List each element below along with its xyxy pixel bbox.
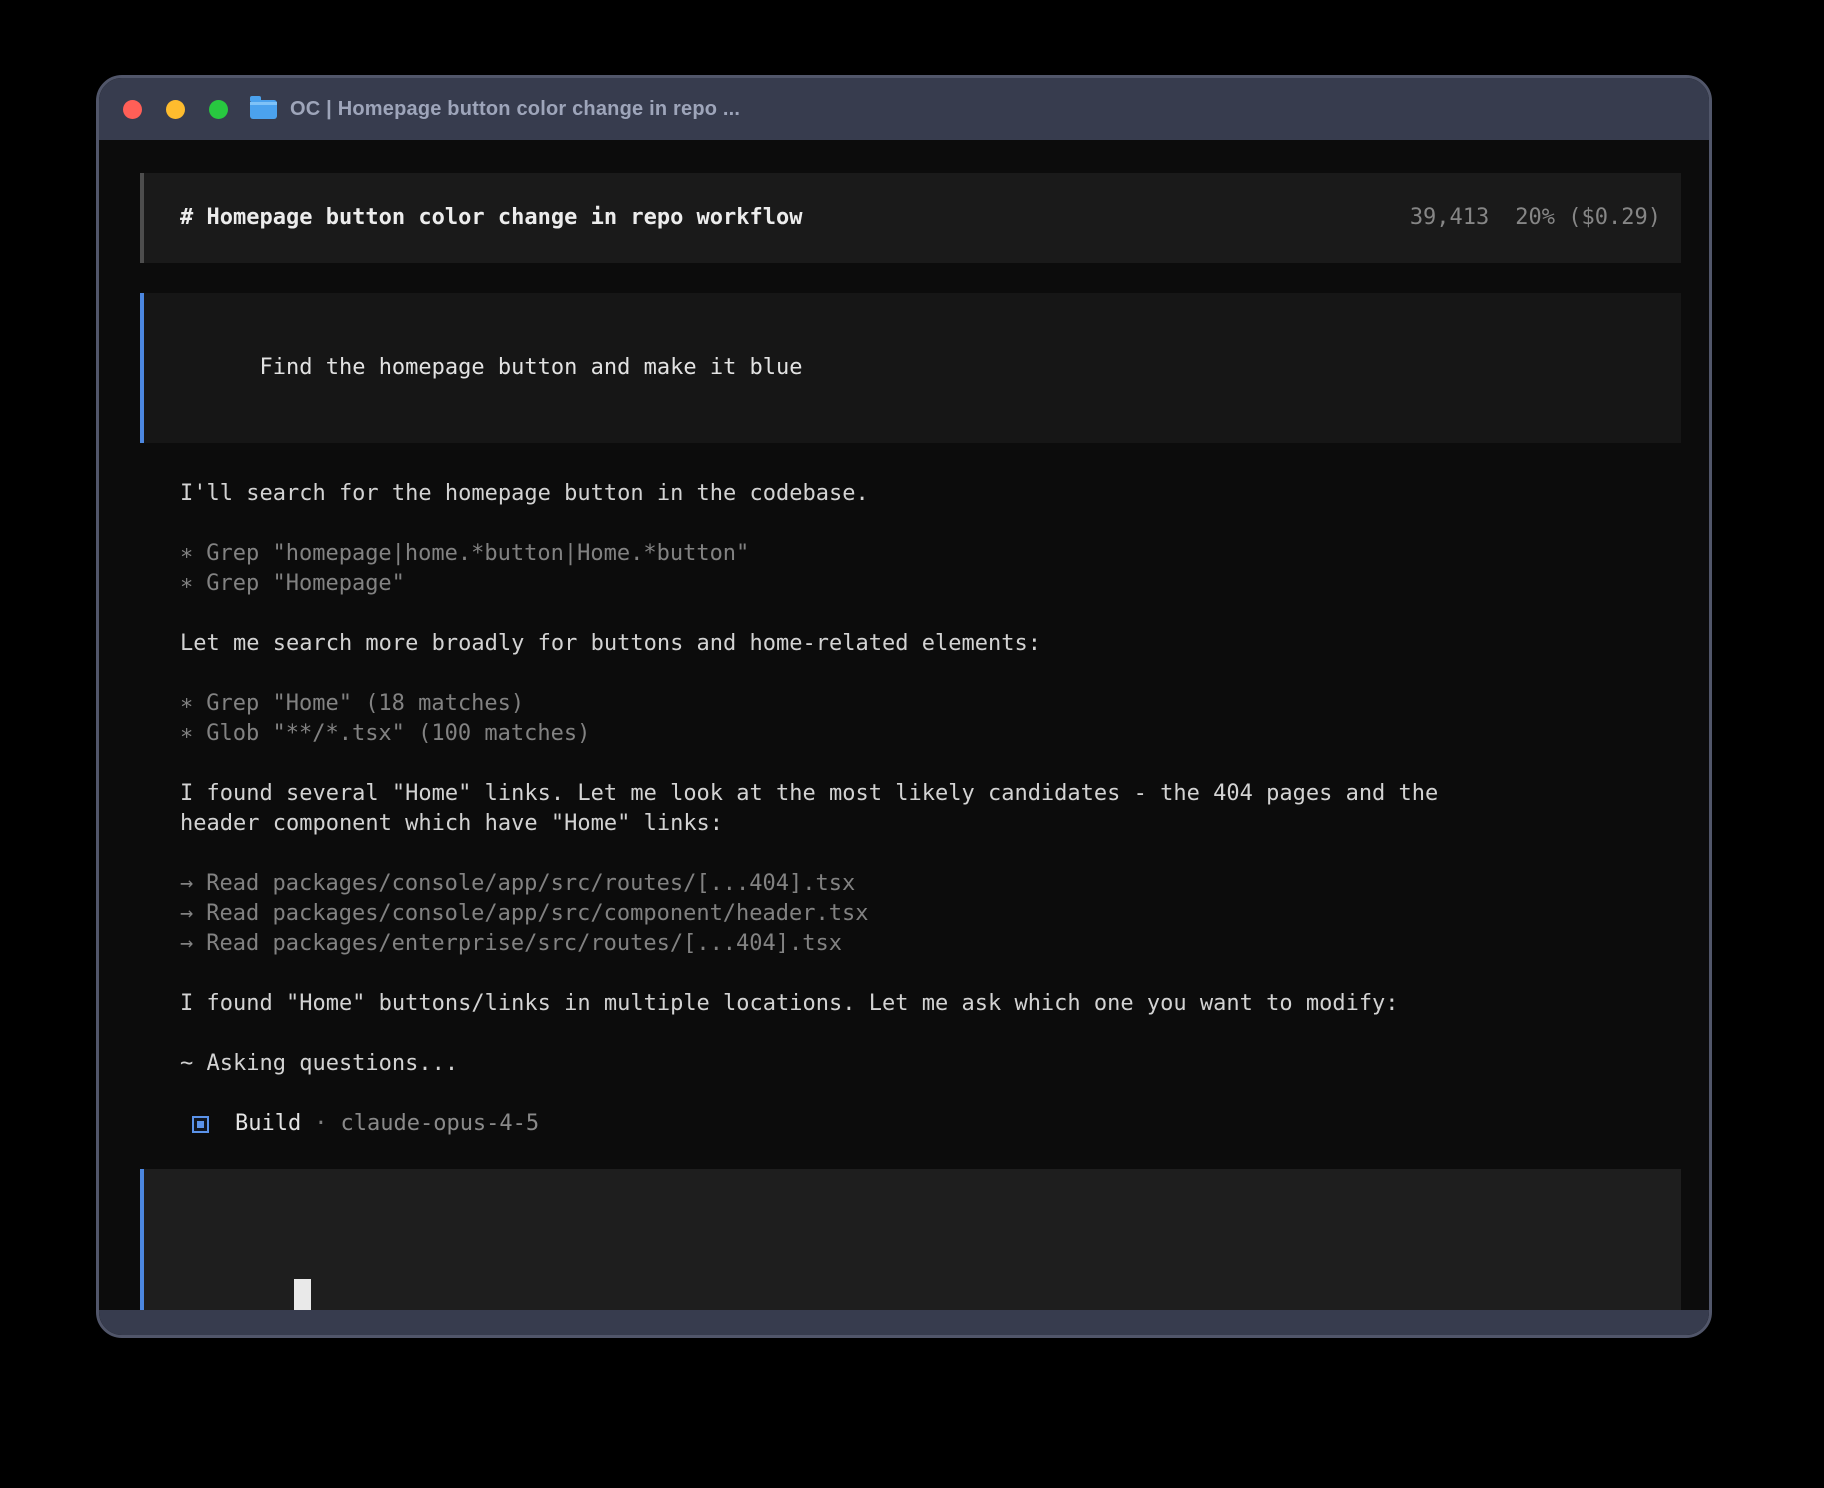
tool-bullet-icon: ∗ bbox=[180, 541, 193, 566]
traffic-lights bbox=[123, 100, 228, 119]
tool-call-line: ∗ Grep "Homepage" bbox=[180, 569, 1681, 599]
agent-status-line: Build · claude-opus-4-5 bbox=[192, 1109, 1681, 1139]
minimize-button[interactable] bbox=[166, 100, 185, 119]
tool-bullet-icon: ∗ bbox=[180, 691, 193, 716]
blank-line bbox=[180, 749, 1681, 779]
tool-call-text: Read packages/console/app/src/routes/[..… bbox=[206, 871, 855, 896]
tool-call-line: ∗ Grep "Home" (18 matches) bbox=[180, 689, 1681, 719]
terminal-window: OC | Homepage button color change in rep… bbox=[96, 75, 1712, 1338]
blank-line bbox=[180, 959, 1681, 989]
assistant-text-line: I'll search for the homepage button in t… bbox=[180, 479, 1681, 509]
tool-call-text: Grep "Home" (18 matches) bbox=[206, 691, 524, 716]
tool-call-text: Read packages/console/app/src/component/… bbox=[206, 901, 868, 926]
tool-call-line: ∗ Grep "homepage|home.*button|Home.*butto… bbox=[180, 539, 1681, 569]
blank-line bbox=[180, 599, 1681, 629]
assistant-text-line: I found several "Home" links. Let me loo… bbox=[180, 779, 1681, 809]
tool-call-line: → Read packages/console/app/src/component… bbox=[180, 899, 1681, 929]
context-cost: 20% ($0.29) bbox=[1515, 203, 1661, 233]
read-arrow-icon: → bbox=[180, 931, 193, 956]
assistant-text-line: ~ Asking questions... bbox=[180, 1049, 1681, 1079]
close-button[interactable] bbox=[123, 100, 142, 119]
user-message-text: Find the homepage button and make it blu… bbox=[259, 355, 802, 380]
prompt-input-line[interactable] bbox=[188, 1249, 1661, 1281]
blank-line bbox=[180, 1019, 1681, 1049]
blank-line bbox=[180, 839, 1681, 869]
session-title: # Homepage button color change in repo w… bbox=[180, 203, 803, 233]
tool-call-text: Read packages/enterprise/src/routes/[...… bbox=[206, 931, 842, 956]
folder-icon bbox=[250, 100, 277, 119]
session-stats: 39,413 20% ($0.29) bbox=[1410, 203, 1661, 233]
blank-line bbox=[180, 659, 1681, 689]
tool-call-text: Glob "**/*.tsx" (100 matches) bbox=[206, 721, 590, 746]
assistant-text-line: header component which have "Home" links… bbox=[180, 809, 1681, 839]
user-message-block: Find the homepage button and make it blu… bbox=[140, 293, 1681, 443]
tool-call-text: Grep "homepage|home.*button|Home.*button… bbox=[206, 541, 749, 566]
terminal-content: # Homepage button color change in repo w… bbox=[99, 140, 1709, 1338]
agent-model: claude-opus-4-5 bbox=[340, 1109, 539, 1139]
assistant-text-line: Let me search more broadly for buttons a… bbox=[180, 629, 1681, 659]
assistant-text-line: I found "Home" buttons/links in multiple… bbox=[180, 989, 1681, 1019]
session-header: # Homepage button color change in repo w… bbox=[140, 173, 1681, 263]
tool-call-line: ∗ Glob "**/*.tsx" (100 matches) bbox=[180, 719, 1681, 749]
read-arrow-icon: → bbox=[180, 901, 193, 926]
blank-line bbox=[180, 509, 1681, 539]
text-cursor bbox=[294, 1279, 311, 1311]
tool-bullet-icon: ∗ bbox=[180, 571, 193, 596]
build-agent-icon bbox=[192, 1116, 209, 1133]
blank-line bbox=[180, 1079, 1681, 1109]
zoom-button[interactable] bbox=[209, 100, 228, 119]
tool-call-line: → Read packages/console/app/src/routes/[.… bbox=[180, 869, 1681, 899]
read-arrow-icon: → bbox=[180, 871, 193, 896]
agent-name: Build bbox=[235, 1109, 301, 1139]
transcript: I'll search for the homepage button in t… bbox=[180, 479, 1681, 1109]
window-titlebar[interactable]: OC | Homepage button color change in rep… bbox=[99, 78, 1709, 140]
token-count: 39,413 bbox=[1410, 203, 1489, 233]
agent-separator: · bbox=[314, 1109, 327, 1139]
tool-call-line: → Read packages/enterprise/src/routes/[..… bbox=[180, 929, 1681, 959]
window-bottom-bar bbox=[99, 1310, 1709, 1335]
tool-call-text: Grep "Homepage" bbox=[206, 571, 405, 596]
desktop-background: { "window": { "title": "OC | Homepage bu… bbox=[0, 0, 1824, 1488]
window-title: OC | Homepage button color change in rep… bbox=[290, 99, 740, 119]
tool-bullet-icon: ∗ bbox=[180, 721, 193, 746]
